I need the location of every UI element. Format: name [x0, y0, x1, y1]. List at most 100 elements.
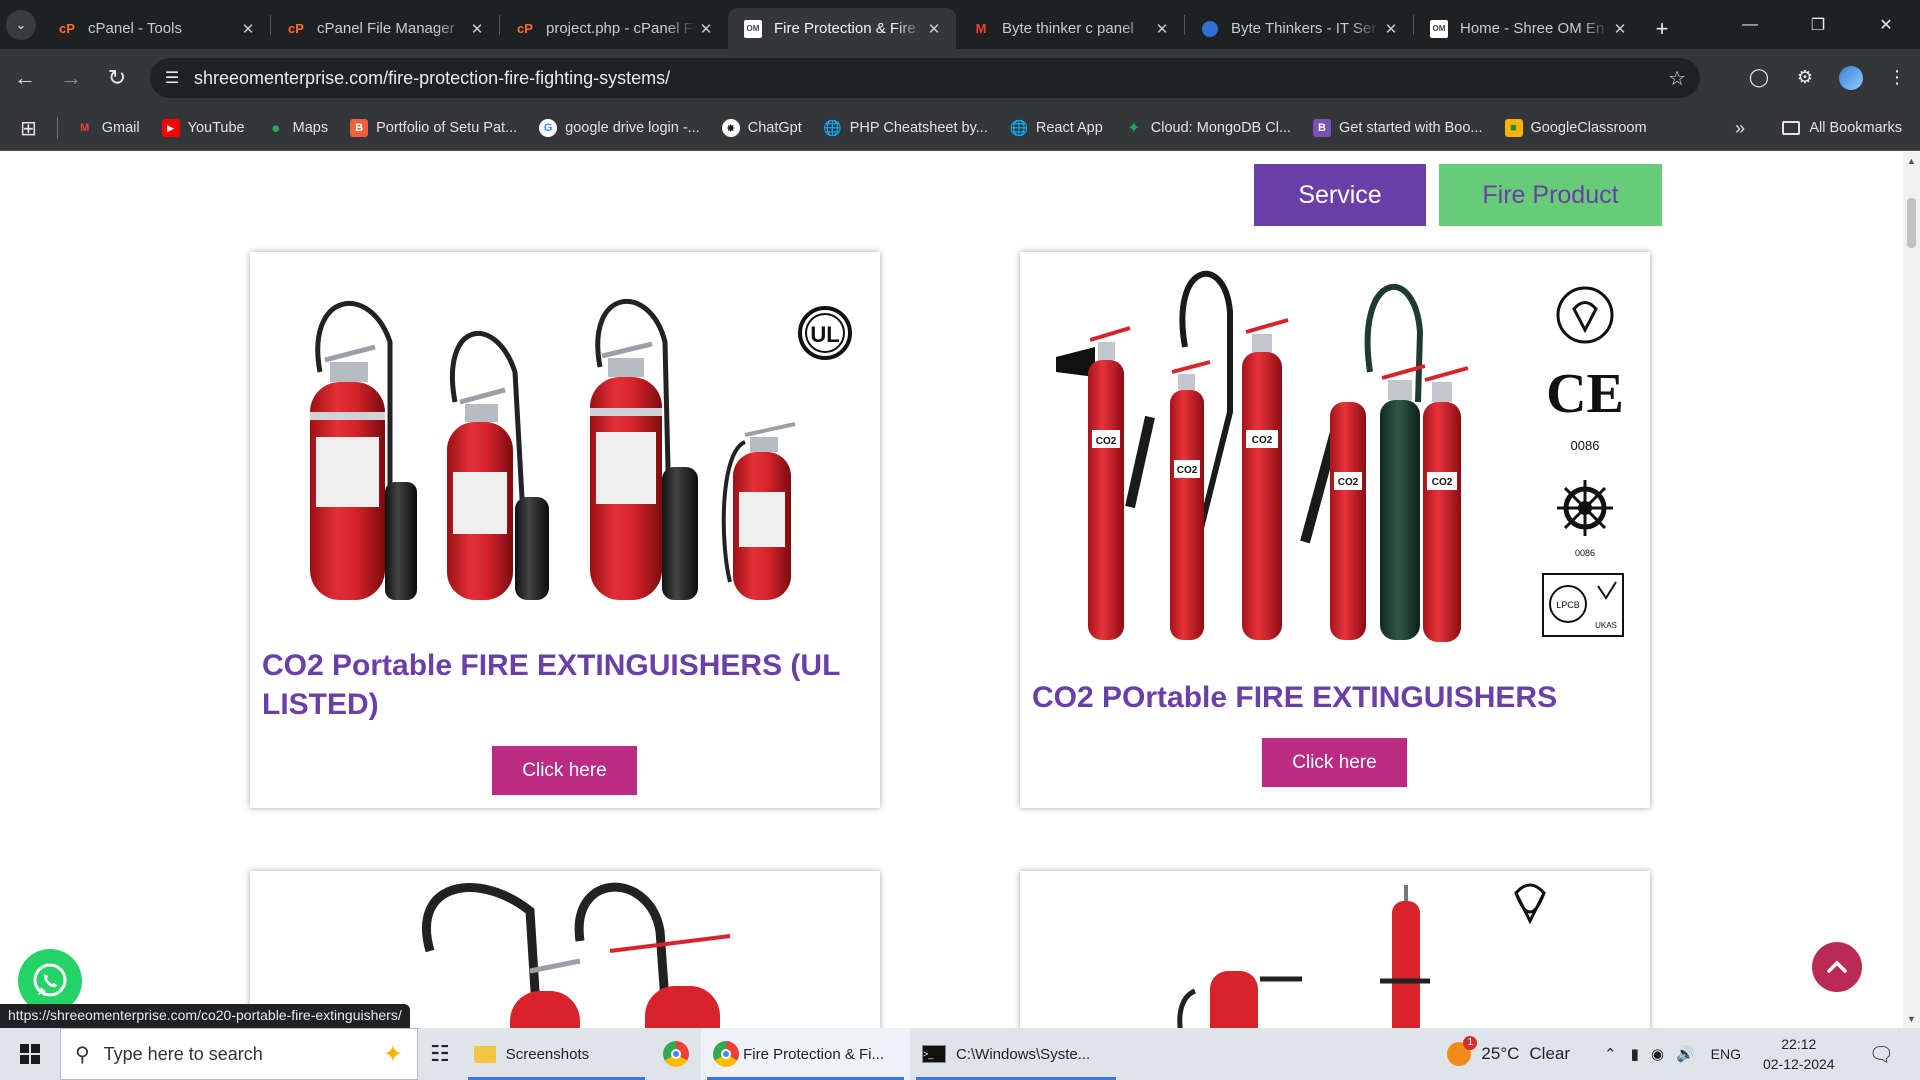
- tab-cpanel-tools[interactable]: cP cPanel - Tools ✕: [42, 8, 270, 49]
- product-title: CO2 Portable FIRE EXTINGUISHERS (UL LIST…: [262, 649, 840, 721]
- close-window-button[interactable]: ✕: [1852, 0, 1920, 49]
- bookmarks-divider: [56, 117, 58, 139]
- task-view-icon: ☷: [430, 1041, 450, 1066]
- close-icon[interactable]: ✕: [467, 20, 487, 38]
- globe-icon: 🌐: [1009, 120, 1029, 137]
- youtube-icon: ▶: [161, 119, 180, 137]
- minimize-button[interactable]: —: [1716, 0, 1784, 49]
- co2-label-text: CO2: [1096, 436, 1117, 447]
- address-bar[interactable]: ☰ shreeomenterprise.com/fire-protection-…: [150, 58, 1700, 98]
- taskbar-search[interactable]: ⚲ Type here to search ✦: [60, 1028, 418, 1080]
- arrow-left-icon: ←: [14, 64, 36, 90]
- scroll-to-top-button[interactable]: [1812, 942, 1862, 992]
- restore-button[interactable]: ❐: [1784, 0, 1852, 49]
- back-button[interactable]: ←: [4, 57, 46, 99]
- bookmark-gmail[interactable]: M Gmail: [76, 119, 139, 137]
- globe-icon: 🌐: [823, 120, 843, 137]
- taskbar-app-chrome-window[interactable]: Fire Protection & Fi...: [701, 1028, 910, 1080]
- weather-alert-badge: 1: [1463, 1036, 1478, 1050]
- bookmark-mongodb[interactable]: ✦ Cloud: MongoDB Cl...: [1125, 119, 1291, 137]
- scrollbar-thumb[interactable]: [1907, 198, 1916, 248]
- notification-icon[interactable]: 🗨: [1869, 1042, 1894, 1067]
- start-button[interactable]: [0, 1028, 60, 1080]
- product-title: CO2 POrtable FIRE EXTINGUISHERS: [1032, 681, 1558, 714]
- network-icon[interactable]: ◉: [1651, 1045, 1664, 1063]
- weather-icon[interactable]: 1: [1447, 1036, 1478, 1066]
- input-language[interactable]: ENG: [1711, 1046, 1741, 1062]
- folder-icon: [473, 1045, 496, 1063]
- battery-icon[interactable]: ▮: [1631, 1045, 1639, 1063]
- weather-temp[interactable]: 25°C: [1481, 1044, 1519, 1064]
- close-icon[interactable]: ✕: [1381, 20, 1401, 38]
- taskbar-app-cmd[interactable]: >_ C:\Windows\Syste...: [910, 1028, 1122, 1080]
- taskbar-app-screenshots[interactable]: Screenshots: [462, 1028, 651, 1080]
- bookmark-maps[interactable]: ● Maps: [267, 119, 328, 137]
- close-icon[interactable]: ✕: [1152, 20, 1172, 38]
- close-icon[interactable]: ✕: [696, 20, 716, 38]
- profile-button[interactable]: [1828, 65, 1874, 90]
- bookmark-portfolio[interactable]: B Portfolio of Setu Pat...: [350, 119, 517, 137]
- mongodb-icon: ✦: [1127, 120, 1141, 137]
- whatsapp-icon: [33, 963, 67, 997]
- clock-time: 22:12: [1781, 1036, 1817, 1052]
- shree-om-icon: OM: [1430, 19, 1448, 38]
- close-icon[interactable]: ✕: [1610, 20, 1630, 38]
- tab-byte-thinkers[interactable]: Byte Thinkers - IT Ser ✕: [1185, 8, 1413, 49]
- tab-title: cPanel - Tools: [88, 20, 182, 37]
- service-button[interactable]: Service: [1254, 164, 1426, 226]
- ce-mark-text: CE: [1546, 363, 1624, 425]
- bookmark-php-cheatsheet[interactable]: 🌐 PHP Cheatsheet by...: [823, 119, 988, 137]
- bookmark-star-icon[interactable]: ☆: [1668, 66, 1686, 91]
- click-here-button[interactable]: Click here: [492, 746, 637, 795]
- bookmark-label: React App: [1035, 120, 1103, 136]
- lpcb-ukas-badge: LPCB UKAS: [1542, 573, 1624, 637]
- chevron-up-icon[interactable]: ⌃: [1604, 1045, 1617, 1063]
- extension-button[interactable]: ◯: [1736, 67, 1782, 88]
- tab-home-shree-om[interactable]: OM Home - Shree OM En ✕: [1414, 8, 1642, 49]
- all-bookmarks-button[interactable]: All Bookmarks: [1782, 120, 1902, 136]
- taskbar-app-chrome[interactable]: [651, 1028, 701, 1080]
- tab-byte-thinker-cpanel[interactable]: M Byte thinker c panel ✕: [956, 8, 1184, 49]
- taskbar-app-label: C:\Windows\Syste...: [956, 1045, 1091, 1063]
- minimize-icon: —: [1742, 15, 1758, 33]
- reload-button[interactable]: ↻: [96, 57, 138, 99]
- tab-title: Fire Protection & Fire: [774, 20, 916, 37]
- extensions-button[interactable]: ⚙: [1782, 67, 1828, 88]
- tab-search-button[interactable]: ⌄: [0, 0, 42, 49]
- scroll-up-arrow-icon[interactable]: ▲: [1903, 156, 1920, 166]
- click-here-button[interactable]: Click here: [1262, 738, 1407, 787]
- forward-button[interactable]: →: [50, 57, 92, 99]
- site-info-icon[interactable]: ☰: [150, 68, 194, 88]
- volume-icon[interactable]: 🔊: [1676, 1045, 1695, 1063]
- toolbar-actions: ◯ ⚙ ⋮: [1736, 49, 1920, 106]
- restore-icon: ❐: [1810, 16, 1826, 34]
- bookmark-react-app[interactable]: 🌐 React App: [1010, 119, 1103, 137]
- scroll-down-arrow-icon[interactable]: ▼: [1903, 1014, 1920, 1024]
- bookmark-youtube[interactable]: ▶ YouTube: [161, 119, 245, 137]
- close-icon[interactable]: ✕: [238, 20, 258, 38]
- windows-taskbar: ⚲ Type here to search ✦ ☷ Screenshots Fi…: [0, 1028, 1920, 1080]
- taskbar-app-label: Fire Protection & Fi...: [743, 1045, 884, 1063]
- bookmark-google-classroom[interactable]: ■ GoogleClassroom: [1504, 119, 1647, 137]
- bookmark-chatgpt[interactable]: ✸ ChatGpt: [721, 119, 802, 137]
- bookmark-bootstrap[interactable]: B Get started with Boo...: [1313, 119, 1483, 137]
- task-view-button[interactable]: ☷: [418, 1028, 462, 1080]
- apps-grid-icon[interactable]: ⊞: [20, 116, 37, 141]
- tab-project-php[interactable]: cP project.php - cPanel F ✕: [500, 8, 728, 49]
- close-icon[interactable]: ✕: [924, 20, 944, 38]
- tab-fire-protection[interactable]: OM Fire Protection & Fire ✕: [728, 8, 956, 49]
- co2-wheeled-extinguisher-image: [1177, 883, 1546, 1028]
- page-scrollbar[interactable]: ▲ ▼: [1903, 152, 1920, 1028]
- ul-badge-text: UL: [810, 322, 839, 347]
- weather-text[interactable]: Clear: [1529, 1044, 1570, 1064]
- kitemark-badge: [1556, 286, 1614, 344]
- bookmark-google-drive-login[interactable]: Ggoogle drive login -...: [539, 119, 700, 137]
- folder-icon: [1782, 121, 1801, 135]
- more-bookmarks-icon[interactable]: »: [1735, 118, 1745, 139]
- fire-product-button[interactable]: Fire Product: [1439, 164, 1662, 226]
- tab-cpanel-file-manager[interactable]: cP cPanel File Manager ✕: [271, 8, 499, 49]
- bookmark-label: PHP Cheatsheet by...: [849, 120, 988, 136]
- new-tab-button[interactable]: +: [1642, 8, 1682, 49]
- clock[interactable]: 22:12 02-12-2024: [1763, 1034, 1835, 1074]
- menu-button[interactable]: ⋮: [1874, 67, 1920, 88]
